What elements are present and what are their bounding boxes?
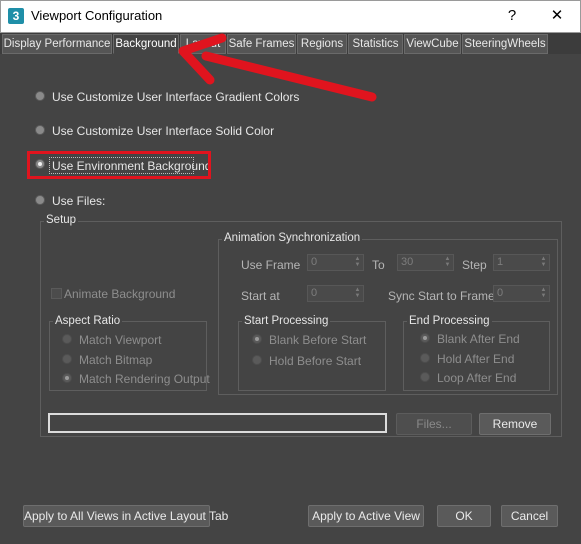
annotation-arrow-icon [178,33,377,102]
